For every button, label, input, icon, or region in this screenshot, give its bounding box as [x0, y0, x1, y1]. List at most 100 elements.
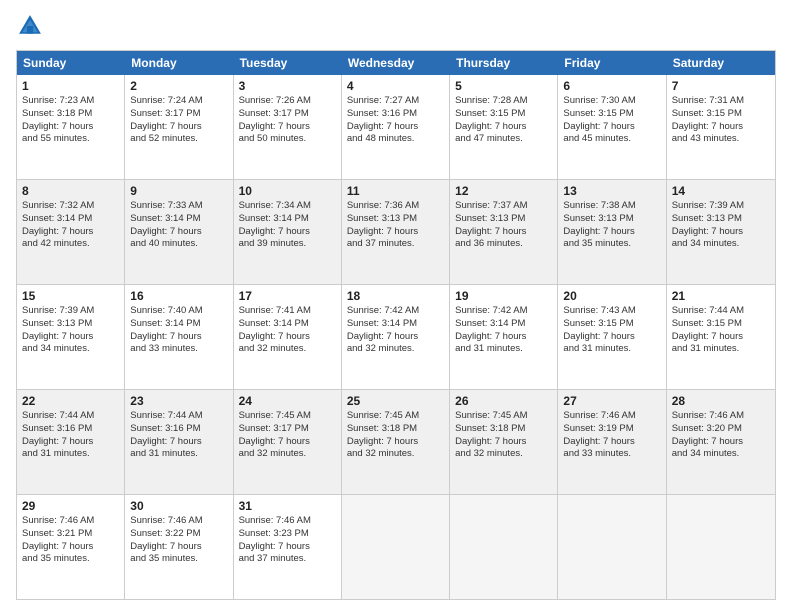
day-number: 26: [455, 394, 552, 408]
weekday-header-friday: Friday: [558, 51, 666, 75]
day-number: 3: [239, 79, 336, 93]
day-number: 12: [455, 184, 552, 198]
weekday-header-saturday: Saturday: [667, 51, 775, 75]
day-number: 15: [22, 289, 119, 303]
day-info: Sunrise: 7:43 AM Sunset: 3:15 PM Dayligh…: [563, 305, 660, 356]
calendar-cell: 23 Sunrise: 7:44 AM Sunset: 3:16 PM Dayli…: [125, 390, 233, 494]
calendar-cell: 26 Sunrise: 7:45 AM Sunset: 3:18 PM Dayli…: [450, 390, 558, 494]
calendar-cell: 15 Sunrise: 7:39 AM Sunset: 3:13 PM Dayli…: [17, 285, 125, 389]
calendar-cell: [450, 495, 558, 599]
calendar-cell: [342, 495, 450, 599]
day-info: Sunrise: 7:41 AM Sunset: 3:14 PM Dayligh…: [239, 305, 336, 356]
day-number: 30: [130, 499, 227, 513]
day-info: Sunrise: 7:26 AM Sunset: 3:17 PM Dayligh…: [239, 95, 336, 146]
calendar-cell: 27Sunrise: 7:46 AM Sunset: 3:19 PM Dayli…: [558, 390, 666, 494]
calendar-cell: 10 Sunrise: 7:34 AM Sunset: 3:14 PM Dayli…: [234, 180, 342, 284]
day-number: 17: [239, 289, 336, 303]
calendar-cell: 30 Sunrise: 7:46 AM Sunset: 3:22 PM Dayli…: [125, 495, 233, 599]
calendar-cell: 7Sunrise: 7:31 AM Sunset: 3:15 PM Daylig…: [667, 75, 775, 179]
day-number: 23: [130, 394, 227, 408]
day-info: Sunrise: 7:46 AM Sunset: 3:22 PM Dayligh…: [130, 515, 227, 566]
calendar-cell: 28 Sunrise: 7:46 AM Sunset: 3:20 PM Dayli…: [667, 390, 775, 494]
page: SundayMondayTuesdayWednesdayThursdayFrid…: [0, 0, 792, 612]
calendar-body: 1Sunrise: 7:23 AM Sunset: 3:18 PM Daylig…: [17, 75, 775, 599]
calendar-cell: [667, 495, 775, 599]
day-info: Sunrise: 7:33 AM Sunset: 3:14 PM Dayligh…: [130, 200, 227, 251]
day-info: Sunrise: 7:37 AM Sunset: 3:13 PM Dayligh…: [455, 200, 552, 251]
day-number: 8: [22, 184, 119, 198]
calendar-cell: 20 Sunrise: 7:43 AM Sunset: 3:15 PM Dayli…: [558, 285, 666, 389]
header: [16, 12, 776, 40]
day-info: Sunrise: 7:27 AM Sunset: 3:16 PM Dayligh…: [347, 95, 444, 146]
day-number: 22: [22, 394, 119, 408]
day-info: Sunrise: 7:44 AM Sunset: 3:16 PM Dayligh…: [22, 410, 119, 461]
day-number: 13: [563, 184, 660, 198]
calendar-cell: 4 Sunrise: 7:27 AM Sunset: 3:16 PM Daylig…: [342, 75, 450, 179]
day-number: 7: [672, 79, 770, 93]
calendar-cell: 8 Sunrise: 7:32 AM Sunset: 3:14 PM Daylig…: [17, 180, 125, 284]
weekday-header-monday: Monday: [125, 51, 233, 75]
day-info: Sunrise: 7:32 AM Sunset: 3:14 PM Dayligh…: [22, 200, 119, 251]
logo-icon: [16, 12, 44, 40]
day-info: Sunrise: 7:45 AM Sunset: 3:18 PM Dayligh…: [347, 410, 444, 461]
day-number: 14: [672, 184, 770, 198]
weekday-header-sunday: Sunday: [17, 51, 125, 75]
calendar-header: SundayMondayTuesdayWednesdayThursdayFrid…: [17, 51, 775, 75]
day-info: Sunrise: 7:44 AM Sunset: 3:16 PM Dayligh…: [130, 410, 227, 461]
day-info: Sunrise: 7:30 AM Sunset: 3:15 PM Dayligh…: [563, 95, 660, 146]
logo: [16, 12, 48, 40]
day-number: 2: [130, 79, 227, 93]
day-number: 19: [455, 289, 552, 303]
day-number: 25: [347, 394, 444, 408]
calendar-cell: 6 Sunrise: 7:30 AM Sunset: 3:15 PM Daylig…: [558, 75, 666, 179]
day-number: 4: [347, 79, 444, 93]
day-info: Sunrise: 7:34 AM Sunset: 3:14 PM Dayligh…: [239, 200, 336, 251]
calendar-cell: 12 Sunrise: 7:37 AM Sunset: 3:13 PM Dayli…: [450, 180, 558, 284]
calendar-cell: 21 Sunrise: 7:44 AM Sunset: 3:15 PM Dayli…: [667, 285, 775, 389]
calendar-cell: 16Sunrise: 7:40 AM Sunset: 3:14 PM Dayli…: [125, 285, 233, 389]
calendar-cell: 13 Sunrise: 7:38 AM Sunset: 3:13 PM Dayli…: [558, 180, 666, 284]
day-info: Sunrise: 7:46 AM Sunset: 3:20 PM Dayligh…: [672, 410, 770, 461]
day-number: 5: [455, 79, 552, 93]
calendar-cell: 17 Sunrise: 7:41 AM Sunset: 3:14 PM Dayli…: [234, 285, 342, 389]
day-number: 16: [130, 289, 227, 303]
day-number: 21: [672, 289, 770, 303]
calendar-cell: 14 Sunrise: 7:39 AM Sunset: 3:13 PM Dayli…: [667, 180, 775, 284]
day-number: 28: [672, 394, 770, 408]
day-number: 31: [239, 499, 336, 513]
day-info: Sunrise: 7:39 AM Sunset: 3:13 PM Dayligh…: [22, 305, 119, 356]
day-info: Sunrise: 7:39 AM Sunset: 3:13 PM Dayligh…: [672, 200, 770, 251]
day-info: Sunrise: 7:46 AM Sunset: 3:23 PM Dayligh…: [239, 515, 336, 566]
calendar: SundayMondayTuesdayWednesdayThursdayFrid…: [16, 50, 776, 600]
day-number: 20: [563, 289, 660, 303]
calendar-cell: [558, 495, 666, 599]
calendar-cell: 5 Sunrise: 7:28 AM Sunset: 3:15 PM Daylig…: [450, 75, 558, 179]
day-info: Sunrise: 7:28 AM Sunset: 3:15 PM Dayligh…: [455, 95, 552, 146]
calendar-cell: 9 Sunrise: 7:33 AM Sunset: 3:14 PM Daylig…: [125, 180, 233, 284]
day-info: Sunrise: 7:23 AM Sunset: 3:18 PM Dayligh…: [22, 95, 119, 146]
day-info: Sunrise: 7:46 AM Sunset: 3:21 PM Dayligh…: [22, 515, 119, 566]
calendar-cell: 18 Sunrise: 7:42 AM Sunset: 3:14 PM Dayli…: [342, 285, 450, 389]
calendar-week-5: 29Sunrise: 7:46 AM Sunset: 3:21 PM Dayli…: [17, 495, 775, 599]
day-info: Sunrise: 7:44 AM Sunset: 3:15 PM Dayligh…: [672, 305, 770, 356]
day-info: Sunrise: 7:45 AM Sunset: 3:18 PM Dayligh…: [455, 410, 552, 461]
day-number: 6: [563, 79, 660, 93]
calendar-cell: 1Sunrise: 7:23 AM Sunset: 3:18 PM Daylig…: [17, 75, 125, 179]
calendar-cell: 29Sunrise: 7:46 AM Sunset: 3:21 PM Dayli…: [17, 495, 125, 599]
day-info: Sunrise: 7:42 AM Sunset: 3:14 PM Dayligh…: [347, 305, 444, 356]
calendar-cell: 24 Sunrise: 7:45 AM Sunset: 3:17 PM Dayli…: [234, 390, 342, 494]
calendar-cell: 22 Sunrise: 7:44 AM Sunset: 3:16 PM Dayli…: [17, 390, 125, 494]
day-number: 9: [130, 184, 227, 198]
day-number: 27: [563, 394, 660, 408]
day-number: 11: [347, 184, 444, 198]
day-info: Sunrise: 7:42 AM Sunset: 3:14 PM Dayligh…: [455, 305, 552, 356]
day-number: 10: [239, 184, 336, 198]
calendar-cell: 3 Sunrise: 7:26 AM Sunset: 3:17 PM Daylig…: [234, 75, 342, 179]
calendar-week-3: 15 Sunrise: 7:39 AM Sunset: 3:13 PM Dayli…: [17, 285, 775, 390]
day-info: Sunrise: 7:45 AM Sunset: 3:17 PM Dayligh…: [239, 410, 336, 461]
weekday-header-thursday: Thursday: [450, 51, 558, 75]
day-number: 24: [239, 394, 336, 408]
day-info: Sunrise: 7:38 AM Sunset: 3:13 PM Dayligh…: [563, 200, 660, 251]
calendar-cell: 19 Sunrise: 7:42 AM Sunset: 3:14 PM Dayli…: [450, 285, 558, 389]
day-number: 18: [347, 289, 444, 303]
